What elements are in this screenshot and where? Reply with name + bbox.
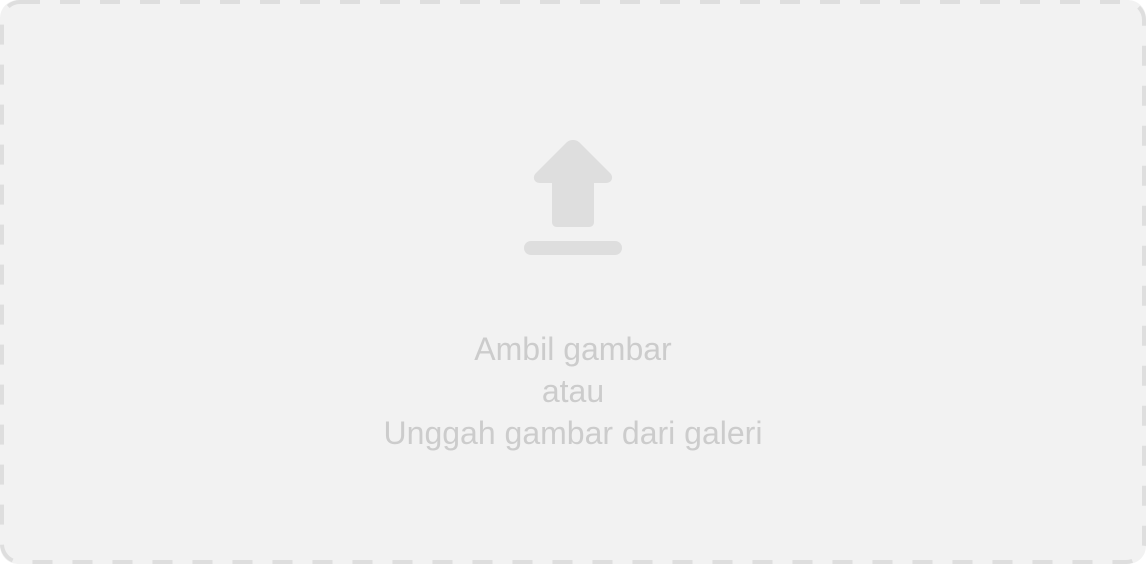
or-text: atau — [541, 373, 605, 409]
take-photo-text: Ambil gambar — [474, 331, 672, 367]
upload-instructions: Ambil gambar atau Unggah gambar dari gal… — [0, 328, 1146, 454]
image-upload-dropzone[interactable]: Ambil gambar atau Unggah gambar dari gal… — [0, 0, 1146, 564]
upload-arrow-icon — [524, 140, 622, 255]
upload-from-gallery-text: Unggah gambar dari galeri — [383, 415, 763, 451]
dashed-border — [0, 0, 1146, 564]
